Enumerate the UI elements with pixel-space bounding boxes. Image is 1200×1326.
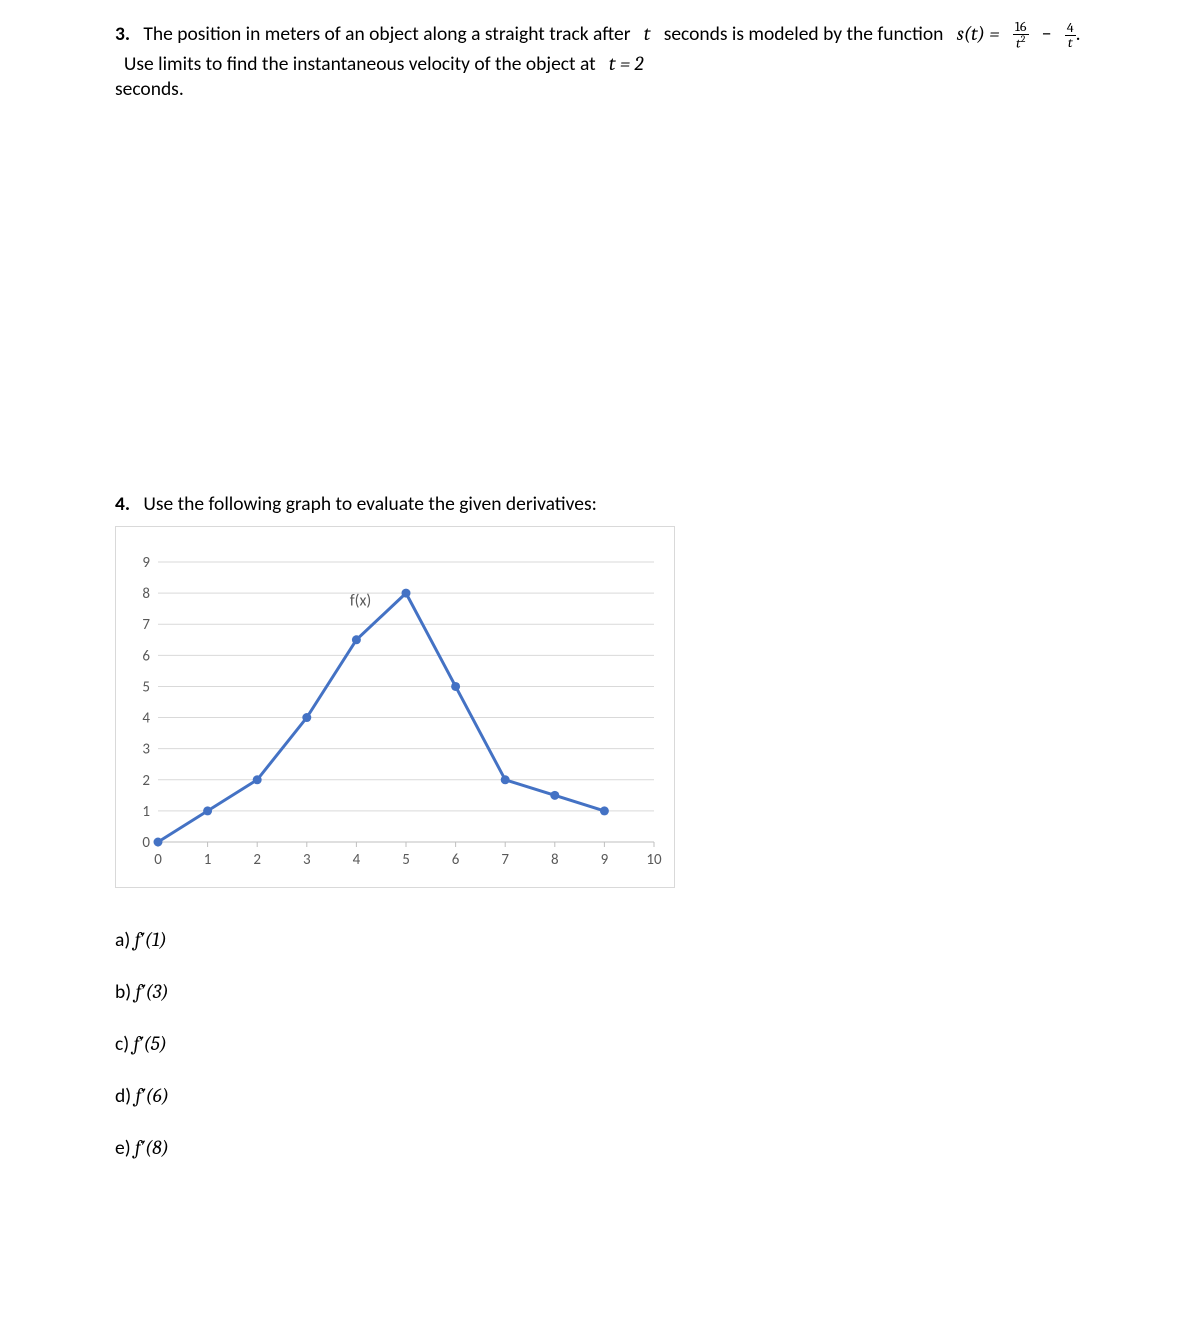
period: . (1076, 22, 1081, 46)
svg-text:7: 7 (501, 851, 509, 869)
frac2-den: t (1065, 36, 1076, 50)
series-label: f(x) (350, 591, 372, 610)
svg-text:2: 2 (142, 771, 150, 789)
answer-a: a) f′(1) (115, 928, 1085, 952)
answers-list: a) f′(1) b) f′(3) c) f′(5) d) f′(6) e) f… (115, 928, 1085, 1160)
problem-3-text-3: Use limits to find the instantaneous vel… (124, 52, 596, 76)
svg-text:2: 2 (253, 851, 261, 869)
svg-text:1: 1 (204, 851, 212, 869)
answer-d: d) f′(6) (115, 1084, 1085, 1108)
answer-e: e) f′(8) (115, 1136, 1085, 1160)
svg-text:5: 5 (402, 851, 410, 869)
svg-text:4: 4 (142, 709, 150, 727)
problem-4-text: Use the following graph to evaluate the … (143, 492, 596, 516)
svg-text:6: 6 (452, 851, 460, 869)
svg-text:3: 3 (303, 851, 311, 869)
svg-text:1: 1 (142, 803, 150, 821)
problem-3: 3. The position in meters of an object a… (115, 20, 1085, 102)
frac1-num: 16 (1013, 20, 1029, 35)
problem-4: 4. Use the following graph to evaluate t… (115, 492, 1085, 517)
svg-text:3: 3 (142, 740, 150, 758)
problem-3-text-end: seconds. (115, 77, 184, 101)
chart-container: 0 1 2 3 4 5 6 7 8 9 0 1 2 3 4 5 6 7 8 9 10 f(x) (115, 526, 675, 888)
svg-text:8: 8 (551, 851, 559, 869)
var-t: t (644, 22, 651, 45)
line-chart: 0 1 2 3 4 5 6 7 8 9 0 1 2 3 4 5 6 7 8 9 10 f(x) (128, 557, 664, 872)
fn-lhs: s(t) = (957, 22, 1000, 45)
answer-c: c) f′(5) (115, 1032, 1085, 1056)
svg-text:0: 0 (142, 834, 150, 852)
frac1-den: t2 (1013, 35, 1029, 51)
svg-text:9: 9 (142, 557, 150, 572)
svg-text:4: 4 (353, 851, 361, 869)
svg-text:6: 6 (142, 647, 150, 665)
minus-sign: − (1042, 22, 1052, 46)
svg-text:8: 8 (142, 585, 150, 603)
answer-b: b) f′(3) (115, 980, 1085, 1004)
svg-text:0: 0 (154, 851, 162, 869)
svg-text:7: 7 (142, 616, 150, 634)
fraction-2: 4 t (1065, 21, 1076, 50)
problem-3-number: 3. (115, 22, 130, 46)
page-content: 3. The position in meters of an object a… (0, 0, 1200, 1160)
svg-text:10: 10 (646, 851, 662, 869)
problem-3-text-2: seconds is modeled by the function (664, 22, 944, 46)
problem-3-text-1: The position in meters of an object alon… (143, 22, 630, 46)
svg-text:5: 5 (142, 678, 150, 696)
svg-text:9: 9 (601, 851, 609, 869)
problem-4-number: 4. (115, 492, 130, 516)
eq-t2: t = 2 (609, 52, 644, 75)
fraction-1: 16 t2 (1013, 20, 1029, 51)
